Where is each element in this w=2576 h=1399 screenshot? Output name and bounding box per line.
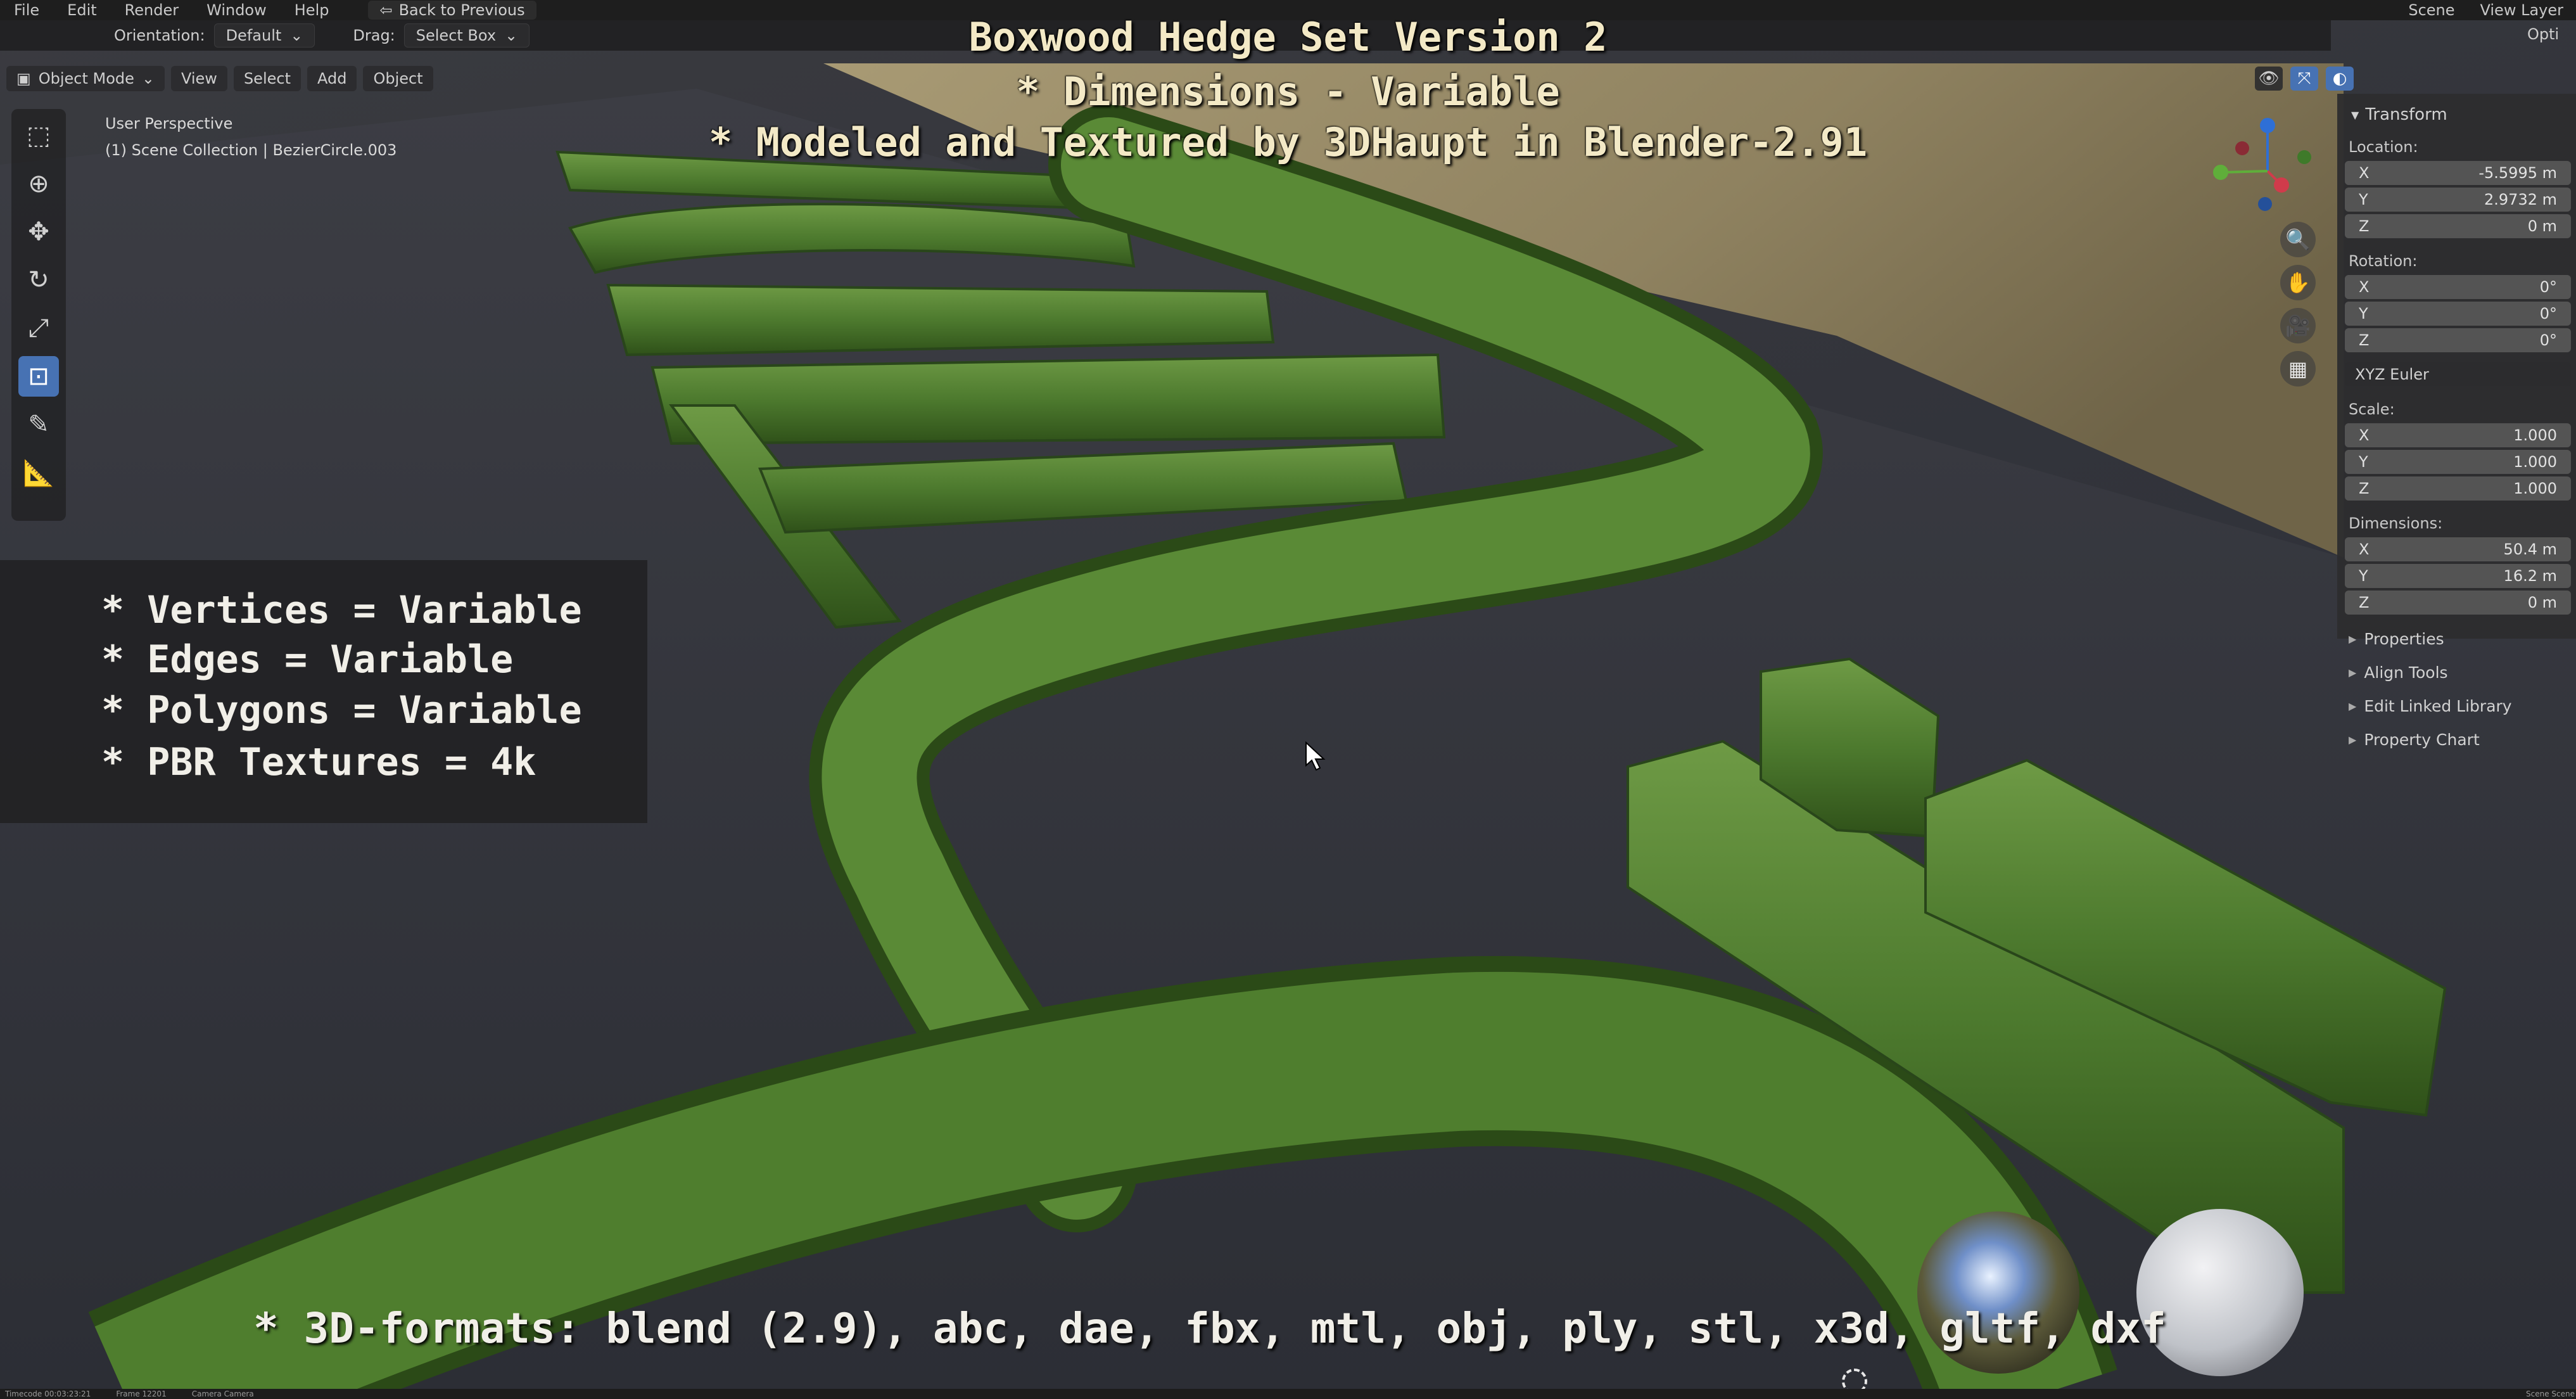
navigation-gizmo[interactable] — [2204, 108, 2331, 234]
dimensions-x-field[interactable]: X 50.4 m — [2345, 537, 2571, 561]
y-axis-line — [2221, 170, 2268, 174]
z-axis-handle — [2260, 118, 2275, 133]
stat-textures: * PBR Textures = 4k — [101, 740, 536, 784]
neg-x-handle — [2235, 141, 2249, 155]
visibility-icon[interactable]: 👁 — [2255, 67, 2283, 91]
rotation-z-field[interactable]: Z 0° — [2345, 328, 2571, 352]
rotation-mode-dropdown[interactable]: XYZ Euler — [2345, 362, 2571, 386]
scale-x-field[interactable]: X 1.000 — [2345, 423, 2571, 447]
overlay-toggle-icon[interactable]: ◐ — [2326, 67, 2354, 91]
scale-z-field[interactable]: Z 1.000 — [2345, 476, 2571, 501]
pan-hand-icon[interactable]: ✋ — [2280, 265, 2316, 300]
rotation-x-field[interactable]: X 0° — [2345, 275, 2571, 299]
cursor-icon[interactable]: ⊕ — [18, 163, 59, 204]
y-axis-handle — [2213, 165, 2228, 180]
zoom-icon[interactable]: 🔍 — [2280, 222, 2316, 257]
stat-vertices: * Vertices = Variable — [101, 588, 582, 632]
scale-label: Scale: — [2349, 400, 2395, 418]
chevron-right-icon: ▶ — [2349, 734, 2357, 746]
location-x-field[interactable]: X -5.5995 m — [2345, 161, 2571, 185]
move-icon[interactable]: ✥ — [18, 212, 59, 252]
dimensions-y-field[interactable]: Y 16.2 m — [2345, 564, 2571, 588]
neg-y-handle — [2297, 150, 2311, 164]
shading-controls: 👁 ⤧ ◐ — [2255, 63, 2354, 94]
frame-label: Frame 12201 — [116, 1389, 167, 1398]
sidebar-n-panel: ▼ Transform Location: X -5.5995 m Y 2.9732… — [2337, 94, 2576, 749]
scene-status-label: Scene Scene — [2526, 1389, 2575, 1398]
subtitle-dimensions: * Dimensions - Variable — [1016, 68, 1560, 115]
camera-label: Camera Camera — [191, 1389, 254, 1398]
tool-shelf: ⬚ ⊕ ✥ ↻ ⤢ ⊡ ✎ 📐 — [11, 109, 66, 521]
camera-view-icon[interactable]: 🎥 — [2280, 308, 2316, 343]
chevron-right-icon: ▶ — [2349, 633, 2357, 645]
stat-polygons: * Polygons = Variable — [101, 688, 582, 732]
x-axis-handle — [2274, 177, 2289, 193]
formats-text: * 3D-formats: blend (2.9), abc, dae, fbx… — [253, 1304, 2166, 1353]
grid-ortho-icon[interactable]: ▦ — [2280, 351, 2316, 386]
location-y-field[interactable]: Y 2.9732 m — [2345, 188, 2571, 212]
navigation-buttons: 🔍 ✋ 🎥 ▦ — [2280, 222, 2316, 386]
rotate-icon[interactable]: ↻ — [18, 260, 59, 300]
measure-icon[interactable]: 📐 — [18, 452, 59, 493]
chevron-right-icon: ▶ — [2349, 667, 2357, 679]
neg-z-handle — [2258, 197, 2272, 211]
gizmo-toggle-icon[interactable]: ⤧ — [2290, 67, 2318, 91]
mouse-pointer-icon — [1305, 741, 1326, 771]
dimensions-z-field[interactable]: Z0 m — [2345, 591, 2571, 615]
chevron-down-icon: ▼ — [2351, 108, 2359, 121]
subpanel-align-tools[interactable]: ▶ Align Tools — [2349, 663, 2576, 682]
rotation-label: Rotation: — [2349, 252, 2418, 270]
transform-panel-header[interactable]: ▼ Transform — [2337, 94, 2576, 124]
transform-icon[interactable]: ⊡ — [18, 356, 59, 397]
title-text: Boxwood Hedge Set Version 2 — [968, 14, 1608, 60]
subpanel-edit-linked-library[interactable]: ▶ Edit Linked Library — [2349, 697, 2576, 715]
dimensions-label: Dimensions: — [2349, 514, 2443, 532]
scale-icon[interactable]: ⤢ — [18, 308, 59, 348]
subpanel-property-chart[interactable]: ▶ Property Chart — [2349, 731, 2576, 749]
location-z-field[interactable]: Z0 m — [2345, 214, 2571, 238]
stats-box: * Vertices = Variable * Edges = Variable… — [0, 560, 647, 823]
stat-edges: * Edges = Variable — [101, 637, 514, 682]
location-label: Location: — [2349, 138, 2418, 156]
annotate-icon[interactable]: ✎ — [18, 404, 59, 445]
timecode-label: Timecode 00:03:23:21 — [5, 1389, 91, 1398]
status-bar: Timecode 00:03:23:21 Frame 12201 Camera … — [0, 1389, 2576, 1399]
scale-y-field[interactable]: Y 1.000 — [2345, 450, 2571, 474]
chevron-right-icon: ▶ — [2349, 700, 2357, 712]
rotation-y-field[interactable]: Y 0° — [2345, 302, 2571, 326]
subpanel-properties[interactable]: ▶ Properties — [2349, 630, 2576, 648]
subtitle-credits: * Modeled and Textured by 3DHaupt in Ble… — [708, 119, 1868, 165]
